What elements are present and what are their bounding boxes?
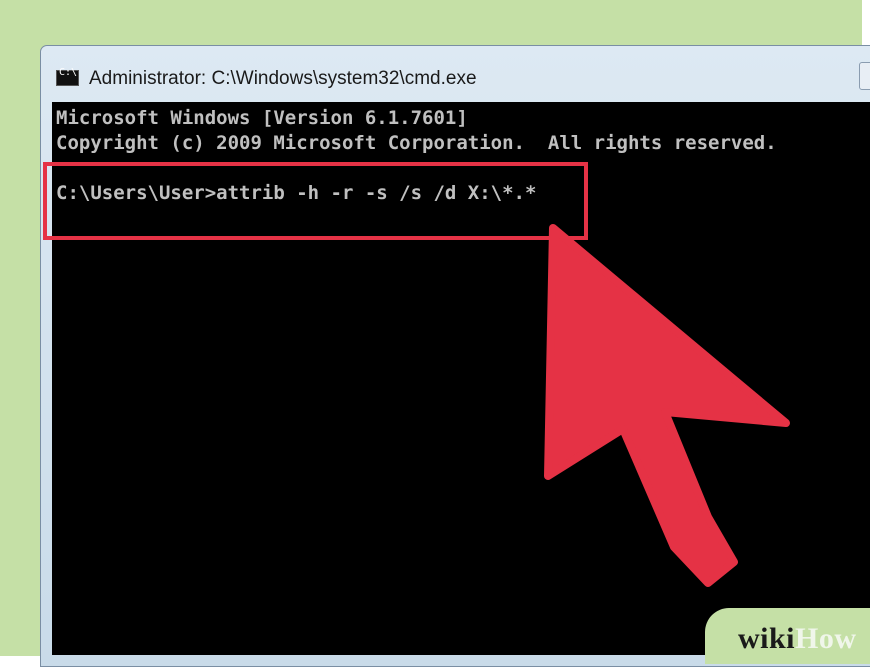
wikihow-logo-wiki: wiki bbox=[738, 622, 796, 655]
wikihow-logo-how: How bbox=[795, 622, 857, 655]
pointer-arrow-icon bbox=[544, 224, 790, 587]
wikihow-logo: wikiHow bbox=[738, 622, 857, 656]
arrow-shape bbox=[544, 224, 790, 587]
